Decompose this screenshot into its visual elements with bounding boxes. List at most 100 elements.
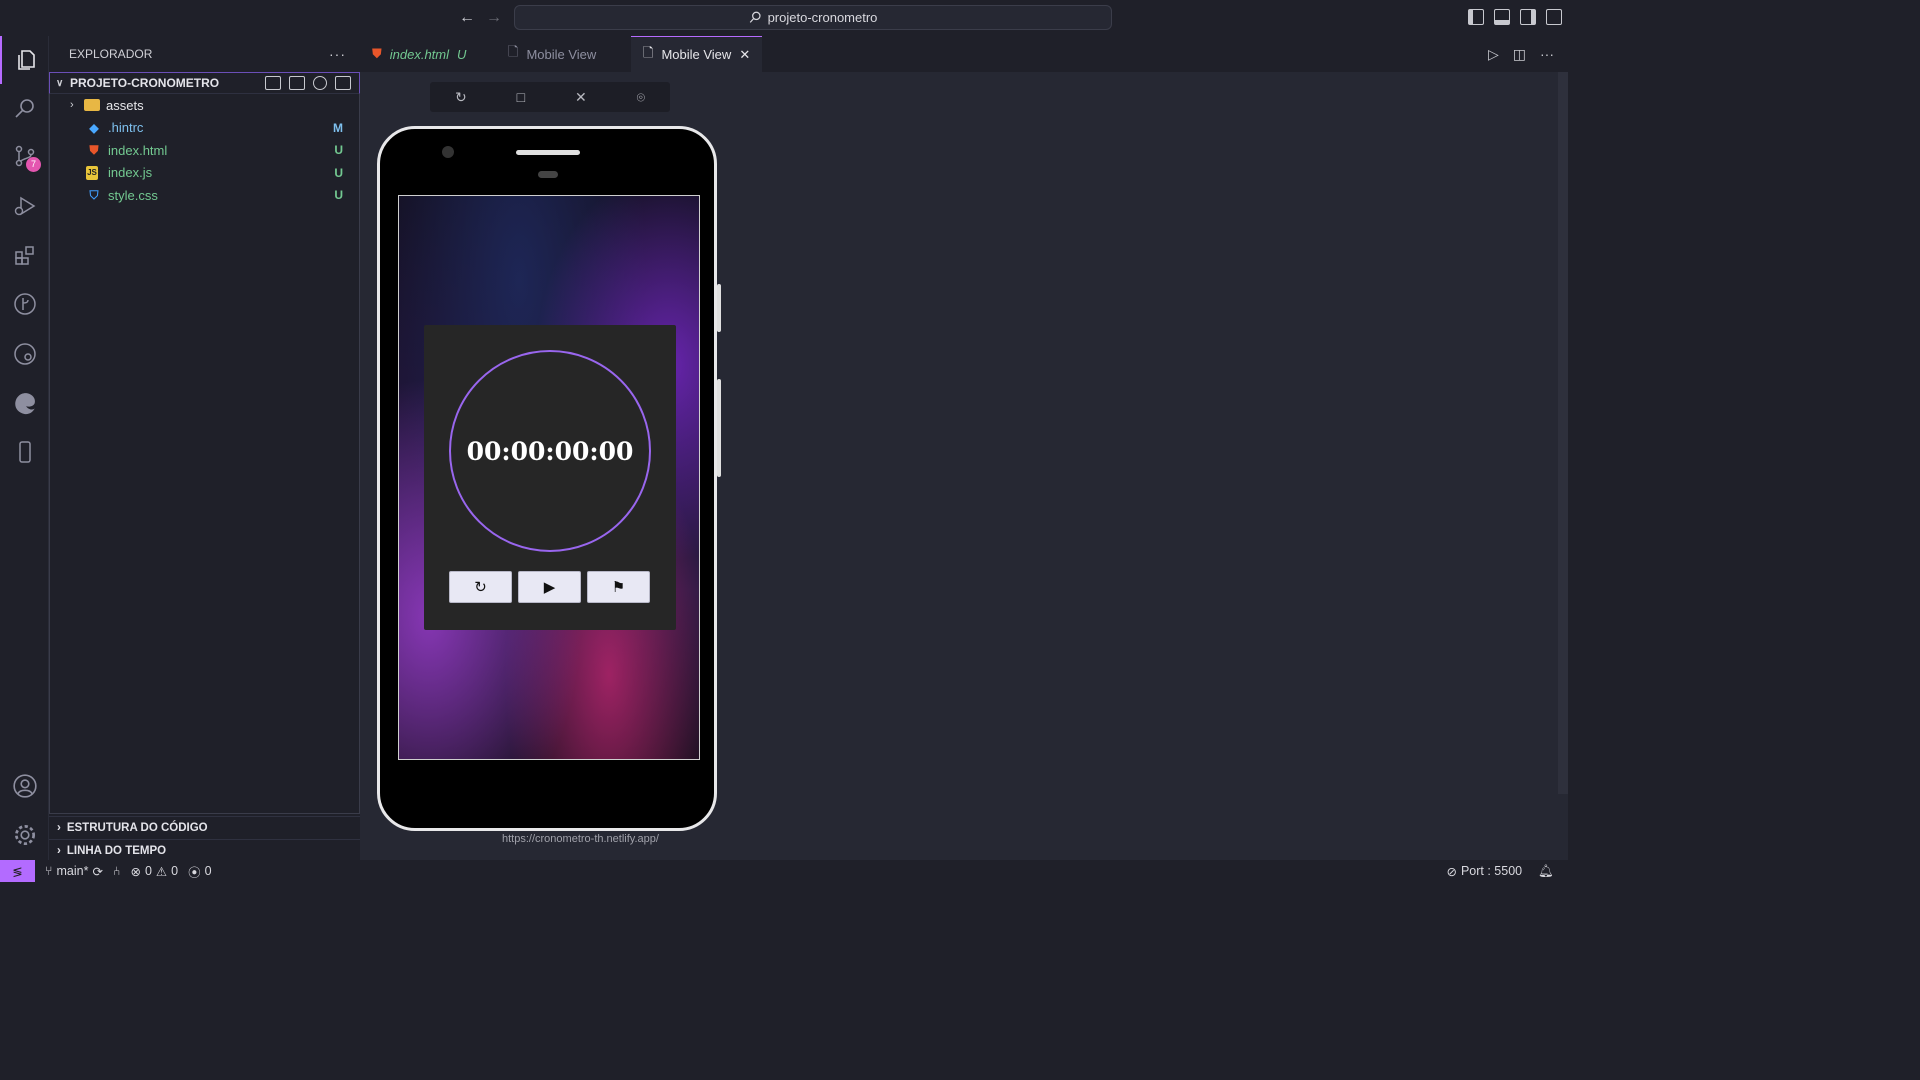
edge-icon <box>14 393 35 415</box>
tab-label: Mobile View <box>526 46 597 62</box>
tab-mobile-view[interactable]: 🗋 Mobile View <box>496 36 608 72</box>
collapse-all-icon[interactable] <box>335 76 351 90</box>
git-graph-icon: ⑃ <box>112 864 121 878</box>
explorer-sidebar: EXPLORADOR ··· ∨ PROJETO-CRONOMETRO › as… <box>49 36 360 860</box>
git-status-badge: U <box>334 188 343 203</box>
lap-button[interactable]: ⚑ <box>587 571 650 603</box>
reset-button[interactable]: ↻ <box>449 571 512 603</box>
tab-index-html[interactable]: ⛊ index.html U <box>360 36 478 72</box>
refresh-icon[interactable] <box>313 76 327 90</box>
close-icon[interactable]: ✕ <box>575 89 587 106</box>
notifications[interactable]: 🔔︎ <box>1538 864 1554 879</box>
split-editor-icon[interactable]: ◫ <box>1513 46 1526 63</box>
close-icon[interactable]: ✕ <box>739 47 750 63</box>
toggle-primary-sidebar-icon[interactable] <box>1468 9 1484 25</box>
timeline-section[interactable]: › LINHA DO TEMPO <box>49 839 360 862</box>
search-activity[interactable] <box>0 84 49 132</box>
tab-label: Mobile View <box>661 47 732 62</box>
error-count: 0 <box>144 864 152 878</box>
remote-indicator[interactable]: ≶ <box>0 860 35 882</box>
bell-icon: 🔔︎ <box>1538 863 1554 878</box>
file-name: style.css <box>108 187 158 203</box>
ports-count: 0 <box>204 864 212 878</box>
git-graph-icon <box>13 293 36 315</box>
warning-count: 0 <box>171 864 179 878</box>
html-file-icon: ⛊ <box>89 143 99 158</box>
command-center-text: projeto-cronometro <box>767 10 878 25</box>
sync-icon[interactable]: ⟳ <box>92 864 102 879</box>
source-control-activity[interactable]: 7 <box>0 132 49 180</box>
mobile-view-activity[interactable] <box>0 428 49 476</box>
square-icon[interactable]: □ <box>517 89 525 105</box>
power-button <box>717 379 721 477</box>
outline-section[interactable]: › ESTRUTURA DO CÓDIGO <box>49 816 360 839</box>
explorer-activity[interactable] <box>0 36 49 84</box>
extensions-icon <box>14 246 34 265</box>
gear-icon <box>14 824 35 846</box>
file-tree: › assets ◆ .hintrc M ⛊ index.html U JS i… <box>49 94 360 814</box>
branch-icon: ⑂ <box>45 864 53 878</box>
phone-screen: 00:00:00:00 ↻ ▶ ⚑ <box>398 195 700 760</box>
remote-explorer-icon <box>13 343 36 365</box>
tree-item-index-js[interactable]: JS index.js U <box>50 162 359 185</box>
tree-item-style-css[interactable]: ⛉ style.css U <box>50 184 359 207</box>
edge-devtools-activity[interactable] <box>0 379 49 427</box>
branch-indicator[interactable]: ⑂ main* ⟳ <box>45 864 103 879</box>
tab-mobile-view-active[interactable]: 🗋 Mobile View ✕ <box>631 36 763 72</box>
command-center-search[interactable]: projeto-cronometro <box>514 5 1112 30</box>
camera-icon[interactable]: ⌾ <box>637 89 645 106</box>
remote-icon: ≶ <box>12 864 23 879</box>
editor-tabs: ⛊ index.html U 🗋 Mobile View 🗋 Mobile Vi… <box>360 36 1568 72</box>
tree-item-assets[interactable]: › assets <box>50 94 359 117</box>
warning-icon: ⚠ <box>155 864 168 879</box>
live-server-port[interactable]: ⊘ Port : 5500 <box>1446 864 1522 879</box>
section-label: ESTRUTURA DO CÓDIGO <box>66 822 208 834</box>
folder-icon <box>84 99 100 112</box>
toggle-secondary-sidebar-icon[interactable] <box>1520 9 1536 25</box>
file-name: index.js <box>108 165 153 181</box>
git-graph-activity[interactable] <box>0 280 49 328</box>
tree-item-hintrc[interactable]: ◆ .hintrc M <box>50 117 359 140</box>
volume-button <box>717 284 721 332</box>
broadcast-icon: ⦿ <box>188 865 201 880</box>
manage-activity[interactable] <box>0 811 49 859</box>
explorer-title: EXPLORADOR <box>69 47 153 61</box>
css-file-icon: ⛉ <box>89 188 99 203</box>
run-icon[interactable]: ▷ <box>1488 46 1499 63</box>
chevron-right-icon: › <box>57 822 61 834</box>
file-name: assets <box>106 97 144 113</box>
ports-indicator[interactable]: ⦿ 0 <box>188 862 211 881</box>
status-bar: ≶ ⑂ main* ⟳ ⑃ ⊗ 0 ⚠ 0 ⦿ 0 ⊘ Port : 5500 … <box>0 860 1568 882</box>
chevron-right-icon: › <box>70 99 74 112</box>
new-folder-icon[interactable] <box>289 76 305 90</box>
tab-label: index.html <box>389 46 450 62</box>
account-icon <box>12 774 37 798</box>
project-folder-header[interactable]: ∨ PROJETO-CRONOMETRO <box>49 72 360 94</box>
git-graph-status[interactable]: ⑃ <box>113 864 121 878</box>
play-button[interactable]: ▶ <box>518 571 581 603</box>
extensions-activity[interactable] <box>0 231 49 279</box>
preview-url: https://cronometro-th.netlify.app/ <box>502 833 659 845</box>
back-arrow-icon[interactable]: ← <box>457 8 477 28</box>
more-actions-icon[interactable]: ··· <box>1540 46 1554 63</box>
tree-item-index-html[interactable]: ⛊ index.html U <box>50 139 359 162</box>
toggle-panel-icon[interactable] <box>1494 9 1510 25</box>
phone-frame: 00:00:00:00 ↻ ▶ ⚑ <box>377 126 721 831</box>
vertical-scrollbar[interactable] <box>1558 72 1568 794</box>
problems-indicator[interactable]: ⊗ 0 ⚠ 0 <box>130 864 178 879</box>
forward-arrow-icon[interactable]: → <box>484 8 504 28</box>
editor-actions: ▷ ◫ ··· <box>1488 46 1554 63</box>
reload-icon[interactable]: ↻ <box>455 89 467 106</box>
customize-layout-icon[interactable] <box>1546 9 1562 25</box>
new-file-icon[interactable] <box>265 76 281 90</box>
hint-file-icon: ◆ <box>89 120 99 135</box>
explorer-more-actions[interactable]: ··· <box>329 46 346 62</box>
run-debug-activity[interactable] <box>0 182 49 230</box>
explorer-header: EXPLORADOR ··· <box>49 36 360 72</box>
title-bar: ← → projeto-cronometro <box>0 0 1568 36</box>
remote-explorer-activity[interactable] <box>0 330 49 378</box>
error-icon: ⊗ <box>130 864 141 879</box>
accounts-activity[interactable] <box>0 762 49 810</box>
layout-controls <box>1468 9 1562 25</box>
activity-bar: 7 <box>0 36 49 860</box>
